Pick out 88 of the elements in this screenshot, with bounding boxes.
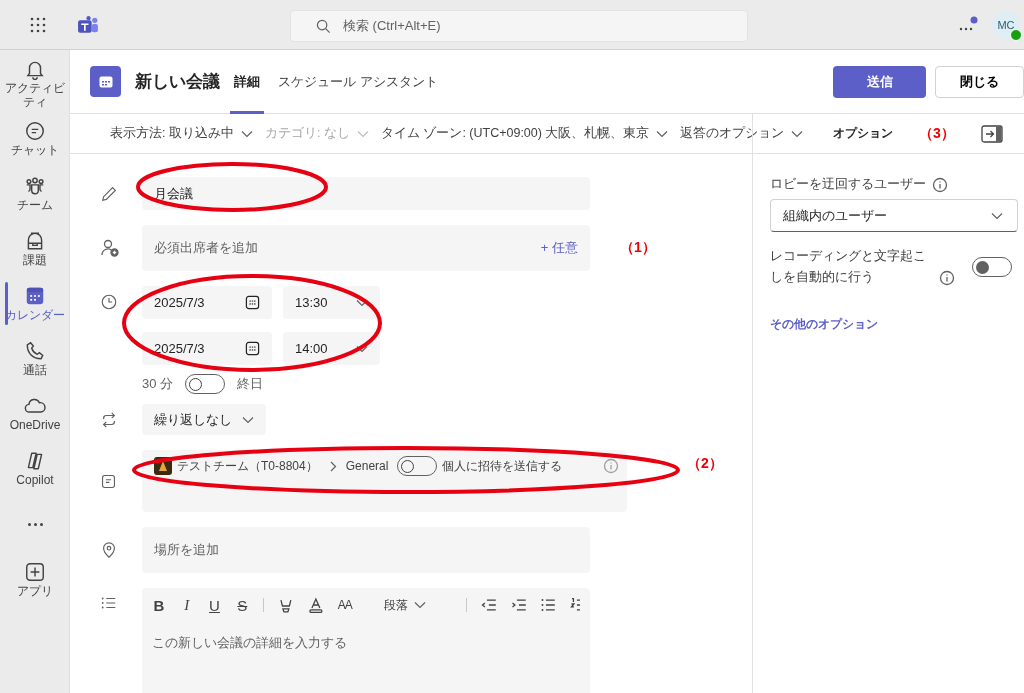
indent-icon: [510, 597, 527, 613]
search-field[interactable]: 検索 (Ctrl+Alt+E): [290, 10, 748, 42]
chevron-down-icon: [413, 601, 426, 609]
time-dropdown[interactable]: 14:00: [283, 332, 380, 365]
format-button[interactable]: S: [235, 596, 250, 614]
tab[interactable]: スケジュール アシスタント: [274, 49, 442, 114]
sidebar-item[interactable]: Copilot: [0, 441, 70, 496]
format-button[interactable]: B: [152, 596, 166, 614]
all-day-label: 終日: [237, 375, 264, 393]
time-dropdown[interactable]: 13:30: [283, 286, 380, 319]
meeting-title: 新しい会議: [135, 71, 220, 93]
lobby-label: ロビーを迂回するユーザー: [770, 176, 926, 193]
bullet-list-icon: [540, 597, 557, 613]
chevron-right-icon: [328, 460, 337, 472]
add-person-icon: [100, 238, 120, 258]
attendees-placeholder: 必須出席者を追加: [154, 239, 258, 257]
outdent-icon: [480, 597, 497, 613]
collapse-pane-icon: [980, 123, 1004, 144]
user-avatar[interactable]: MC: [992, 10, 1020, 39]
clock-icon: [100, 293, 118, 311]
pencil-icon: [100, 184, 118, 203]
phone-icon: [24, 339, 46, 362]
date-field[interactable]: 2025/7/3: [142, 332, 272, 365]
chevron-down-icon: [991, 211, 1003, 220]
search-icon: [316, 18, 331, 34]
sidebar-item[interactable]: 課題: [0, 221, 70, 276]
annotation-label: （2）: [687, 455, 723, 473]
more-icon: [27, 522, 43, 526]
dropdown[interactable]: タイム ゾーン: (UTC+09:00) 大阪、札幌、東京: [380, 125, 669, 142]
apps-grid-icon: [29, 15, 47, 34]
chevron-down-icon: [356, 298, 368, 307]
info-icon: [932, 176, 948, 193]
location-pin-icon: [100, 541, 118, 559]
repeat-dropdown[interactable]: 繰り返しなし: [142, 404, 266, 435]
info-icon: [603, 458, 619, 474]
calendar-icon: [90, 66, 121, 97]
details-placeholder: この新しい会議の詳細を入力する: [152, 634, 348, 652]
attendees-field[interactable]: 必須出席者を追加 + 任意: [142, 225, 590, 271]
font-color-icon: [308, 597, 324, 613]
chevron-down-icon: [356, 344, 368, 353]
optional-attendees-link[interactable]: + 任意: [540, 239, 578, 257]
annotation-label: （3）: [919, 124, 955, 143]
invite-label: 個人に招待を送信する: [442, 457, 563, 475]
chevron-down-icon: [242, 415, 254, 424]
sidebar-item[interactable]: アクティビティ: [0, 56, 70, 111]
send-button[interactable]: 送信: [833, 65, 926, 98]
format-button[interactable]: I: [179, 596, 194, 614]
calendar-grid-icon: [245, 295, 260, 310]
numbered-list-icon: [570, 597, 580, 613]
chat-bubble-icon: [24, 119, 46, 142]
chevron-down-icon: [656, 129, 669, 138]
sidebar-item[interactable]: 通話: [0, 331, 70, 386]
options-title: オプション: [833, 125, 893, 142]
teams-logo-icon: [77, 14, 99, 35]
recording-label: レコーディングと文字起こしを自動的に行う: [770, 248, 927, 287]
sidebar-item[interactable]: OneDrive: [0, 386, 70, 441]
status-icon: [1010, 28, 1022, 41]
lobby-dropdown[interactable]: 組織内のユーザー: [770, 199, 1018, 232]
annotation-label: （1）: [620, 239, 656, 257]
details-editor[interactable]: B I U S AA 段落 この新しい会議の詳細を入力する: [142, 588, 590, 693]
location-field[interactable]: 場所を追加: [142, 527, 590, 573]
paragraph-dropdown[interactable]: 段落: [383, 597, 426, 613]
more-options-link[interactable]: その他のオプション: [770, 315, 878, 333]
team-name: テストチーム（T0-8804）: [177, 457, 318, 475]
search-placeholder: 検索 (Ctrl+Alt+E): [343, 17, 441, 35]
location-placeholder: 場所を追加: [154, 541, 219, 559]
font-size-button[interactable]: AA: [337, 598, 352, 612]
calendar-grid-icon: [245, 341, 260, 356]
add-app-icon: [24, 560, 46, 583]
info-icon: [939, 269, 955, 286]
format-button[interactable]: U: [207, 596, 222, 614]
duration-text: 30 分: [142, 375, 174, 393]
tab[interactable]: 詳細: [230, 49, 264, 114]
chevron-down-icon: [791, 129, 804, 138]
sidebar-item[interactable]: チャット: [0, 111, 70, 166]
chevron-down-icon: [240, 129, 253, 138]
title-field[interactable]: 月会議: [142, 177, 590, 210]
close-button[interactable]: 閉じる: [935, 65, 1024, 98]
sidebar-item[interactable]: アプリ: [0, 552, 70, 607]
channel-field[interactable]: テストチーム（T0-8804） General 個人に招待を送信する: [142, 450, 627, 512]
repeat-icon: [100, 410, 118, 429]
sidebar-item[interactable]: チーム: [0, 166, 70, 221]
date-field[interactable]: 2025/7/3: [142, 286, 272, 319]
channel-name: General: [345, 459, 389, 473]
highlighter-icon: [278, 597, 294, 613]
dropdown[interactable]: 表示方法: 取り込み中: [110, 125, 253, 142]
chevron-down-icon: [356, 129, 369, 138]
note-icon: [100, 472, 117, 490]
